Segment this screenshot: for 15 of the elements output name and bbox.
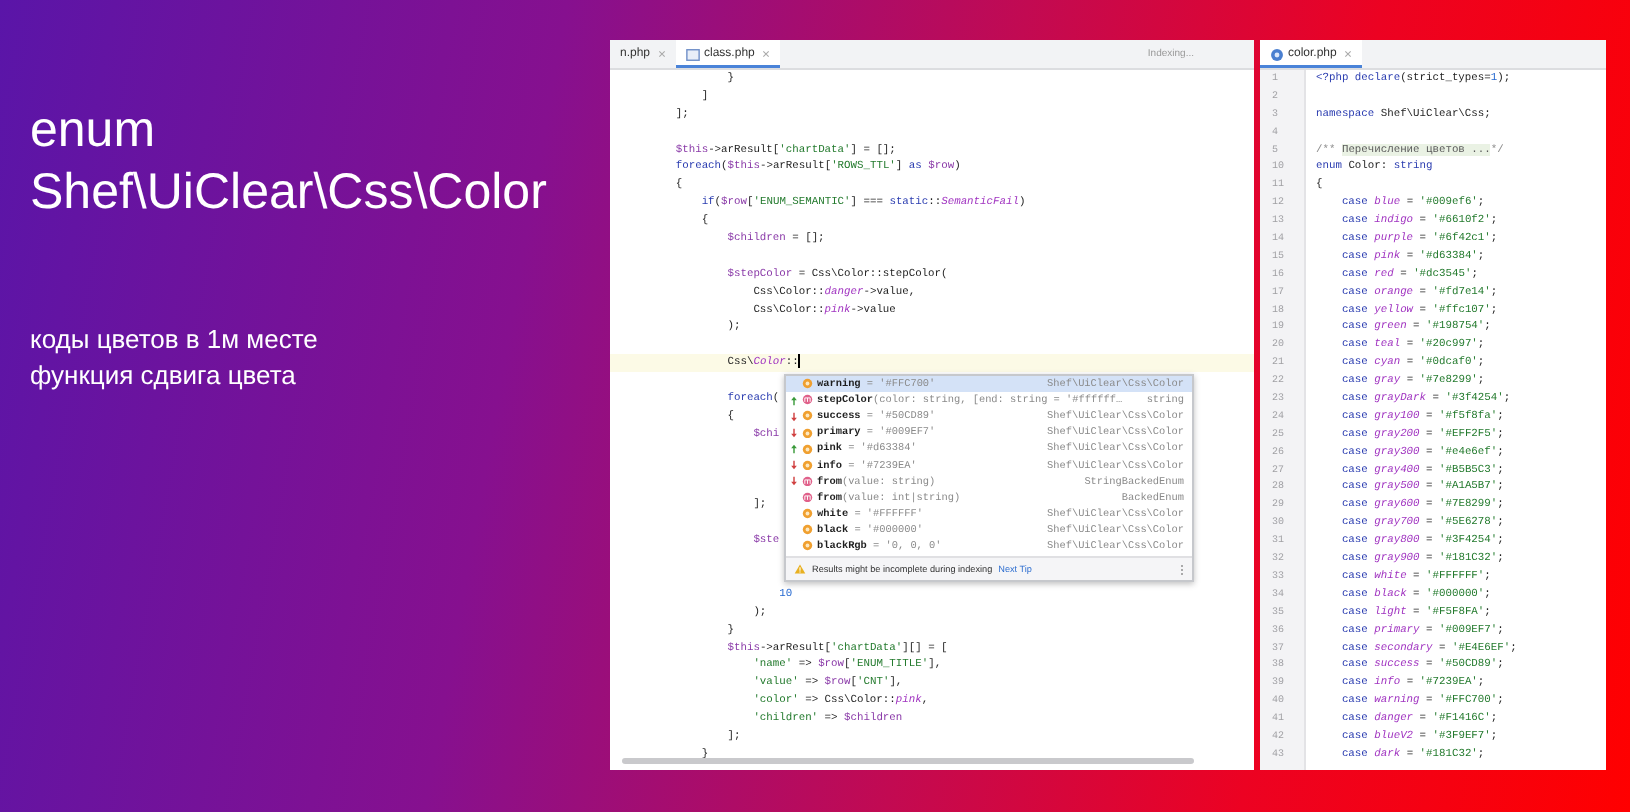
close-icon[interactable] <box>762 50 771 58</box>
note-text: коды цветов в 1м месте <box>30 322 320 358</box>
note-text: функция сдвига цвета <box>30 358 298 394</box>
property-icon <box>802 378 813 390</box>
scrollbar[interactable] <box>622 758 1194 764</box>
file-icon <box>686 47 701 61</box>
close-icon[interactable] <box>658 50 667 58</box>
method-icon <box>802 491 813 503</box>
file-icon <box>1270 47 1284 61</box>
headline: Shef\UiClear\Css\Color <box>30 162 549 224</box>
close-icon[interactable] <box>1344 50 1353 58</box>
headline: enum <box>30 100 158 162</box>
warning-icon <box>794 564 806 575</box>
method-icon <box>802 475 813 487</box>
method-icon <box>802 394 813 406</box>
